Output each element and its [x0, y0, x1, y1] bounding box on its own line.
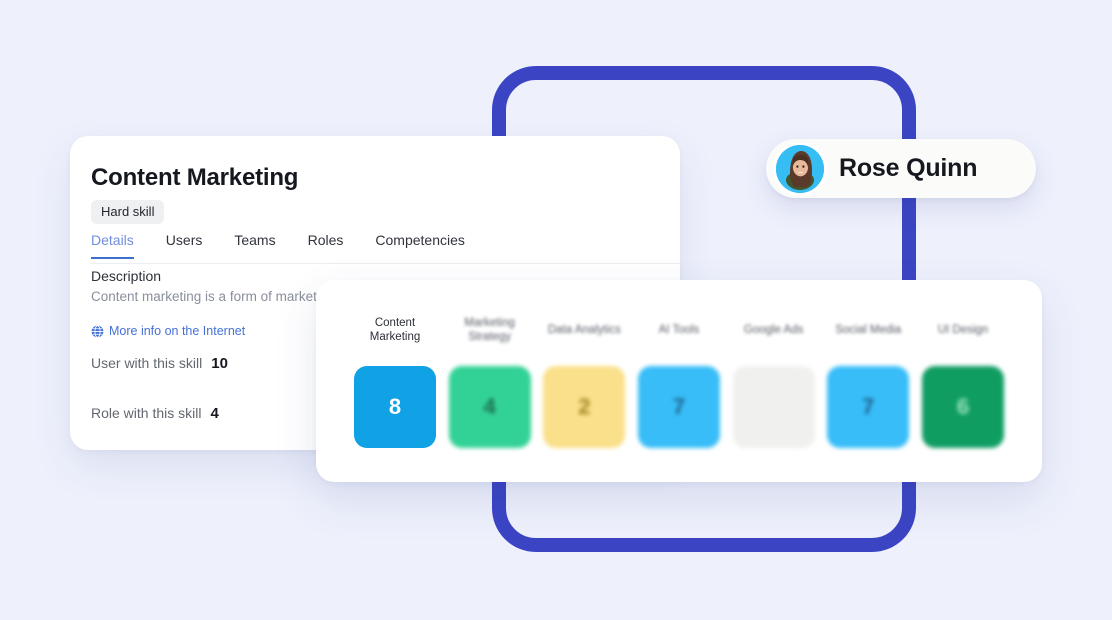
tab-roles[interactable]: Roles [308, 232, 344, 257]
skill-tile-label: AI Tools [658, 324, 700, 336]
stat-users-with-skill: User with this skill 10 [91, 355, 228, 372]
skill-tile[interactable]: 7 [827, 366, 910, 448]
stat-value: 4 [210, 405, 219, 422]
page-title: Content Marketing [91, 164, 299, 191]
tab-details[interactable]: Details [91, 232, 134, 259]
skill-levels-panel: Content Marketing 8 Marketing Strategy 4 Dat… [316, 280, 1042, 482]
more-info-label: More info on the Internet [109, 324, 246, 338]
skill-tile-column[interactable]: Marketing Strategy 4 [448, 308, 531, 448]
skill-tile-label: Content Marketing [369, 317, 421, 343]
stat-value: 10 [211, 355, 228, 372]
skill-tiles-row: Content Marketing 8 Marketing Strategy 4 Dat… [354, 308, 1004, 448]
skill-tile[interactable] [732, 366, 815, 448]
avatar [776, 144, 824, 193]
skill-tile-label: Google Ads [743, 324, 804, 336]
skill-tile-label: Data Analytics [547, 324, 621, 336]
skill-tile-label: Marketing Strategy [464, 317, 515, 343]
description-label: Description [91, 268, 162, 284]
skill-tile[interactable]: 6 [921, 366, 1004, 448]
skill-tile-column[interactable]: Content Marketing 8 [354, 308, 436, 448]
globe-icon [91, 324, 104, 338]
skill-tile-column[interactable]: Social Media 7 [827, 308, 910, 448]
skill-tile-column[interactable]: Google Ads [732, 308, 815, 448]
skill-tile-label: UI Design [937, 324, 989, 336]
skill-tile[interactable]: 2 [543, 366, 626, 448]
stat-label: Role with this skill [91, 405, 202, 421]
skill-tile-column[interactable]: UI Design 6 [921, 308, 1004, 448]
skill-tile-column[interactable]: AI Tools 7 [637, 308, 720, 448]
user-chip[interactable]: Rose Quinn [766, 139, 1036, 198]
tab-competencies[interactable]: Competencies [375, 232, 465, 257]
status-badge: Hard skill [91, 200, 165, 224]
tab-users[interactable]: Users [166, 232, 203, 257]
tab-teams[interactable]: Teams [234, 232, 275, 257]
skill-tile-column[interactable]: Data Analytics 2 [543, 308, 626, 448]
tab-bar: Details Users Teams Roles Competencies [91, 232, 680, 264]
stat-label: User with this skill [91, 355, 203, 371]
skill-tile-label: Social Media [835, 324, 902, 336]
screenshot-stage: Content Marketing Hard skill Details Use… [0, 0, 1112, 620]
skill-tile[interactable]: 8 [354, 366, 436, 448]
more-info-link[interactable]: More info on the Internet [91, 324, 245, 338]
stat-roles-with-skill: Role with this skill 4 [91, 405, 219, 422]
user-name: Rose Quinn [839, 154, 978, 182]
skill-tile[interactable]: 4 [448, 366, 531, 448]
skill-tile[interactable]: 7 [637, 366, 720, 448]
